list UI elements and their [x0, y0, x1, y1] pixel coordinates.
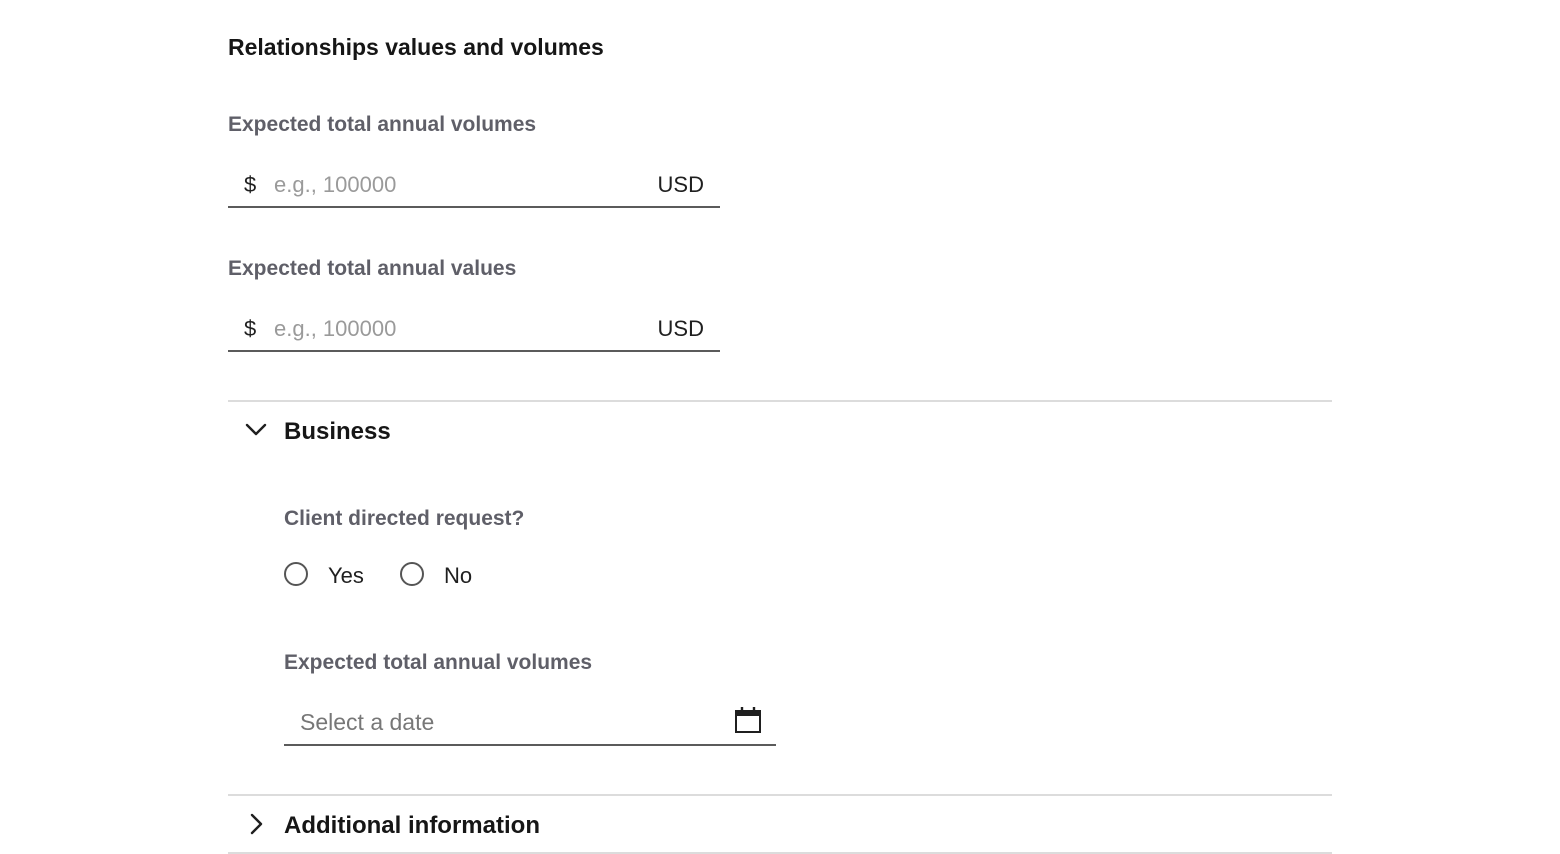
currency-prefix: $ [244, 316, 257, 341]
accordion-additional-title: Additional information [284, 812, 540, 839]
radio-no-label: No [444, 563, 473, 588]
date-input[interactable] [300, 704, 700, 740]
accordion-business-header[interactable]: Business [228, 404, 1332, 460]
section-title: Relationships values and volumes [228, 34, 604, 60]
volumes-label: Expected total annual volumes [228, 113, 537, 136]
date-field-label: Expected total annual volumes [284, 651, 593, 674]
volumes-input[interactable] [274, 168, 634, 202]
radio-yes[interactable]: Yes [284, 560, 374, 592]
chevron-right-icon [250, 813, 263, 835]
radio-yes-label: Yes [328, 563, 364, 588]
divider [228, 794, 1332, 796]
date-field [284, 700, 776, 746]
chevron-down-icon [245, 423, 267, 436]
radio-no[interactable]: No [400, 560, 482, 592]
divider [228, 400, 1332, 402]
client-request-question: Client directed request? [284, 507, 525, 530]
values-input[interactable] [274, 312, 634, 346]
volumes-field: $ USD [228, 164, 720, 208]
values-label: Expected total annual values [228, 257, 517, 280]
calendar-icon[interactable] [734, 706, 762, 734]
accordion-additional-header[interactable]: Additional information [228, 798, 1332, 854]
currency-suffix: USD [657, 172, 704, 197]
radio-circle-icon [284, 562, 308, 586]
values-field: $ USD [228, 308, 720, 352]
currency-prefix: $ [244, 172, 257, 197]
accordion-business-title: Business [284, 418, 391, 445]
currency-suffix: USD [657, 316, 704, 341]
radio-circle-icon [400, 562, 424, 586]
